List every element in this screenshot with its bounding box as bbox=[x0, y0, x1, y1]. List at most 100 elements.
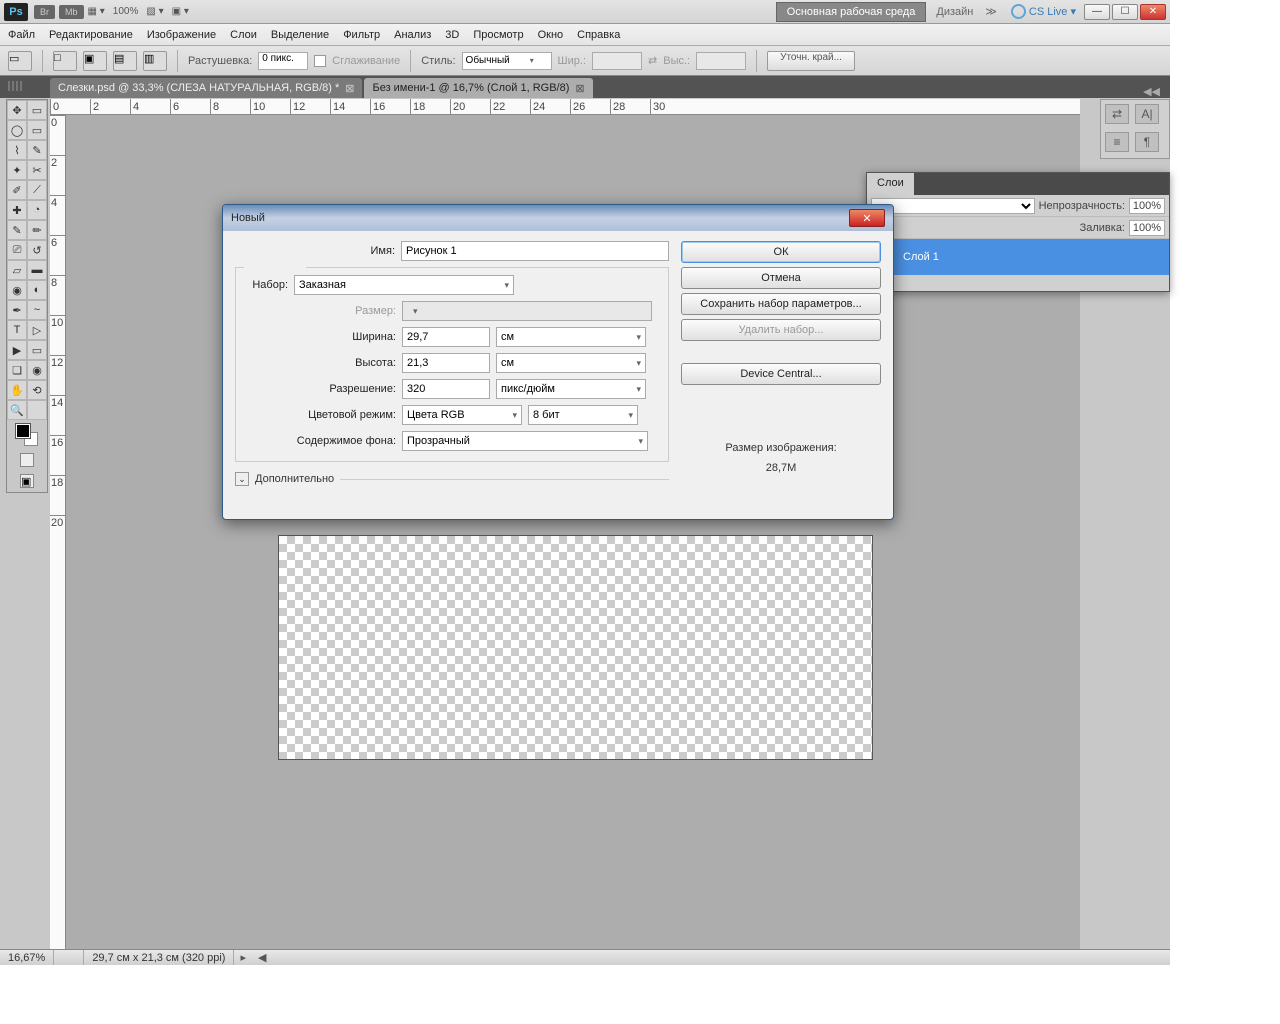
workspace-button[interactable]: Основная рабочая среда bbox=[776, 2, 927, 22]
menu-image[interactable]: Изображение bbox=[147, 29, 216, 41]
eyedrop-tool-icon[interactable]: ✐ bbox=[7, 180, 27, 200]
artboard-tool-icon[interactable]: ▭ bbox=[27, 100, 47, 120]
menu-layer[interactable]: Слои bbox=[230, 29, 257, 41]
zoom-dropdown[interactable]: 100% bbox=[113, 6, 139, 17]
menu-analysis[interactable]: Анализ bbox=[394, 29, 431, 41]
menu-view[interactable]: Просмотр bbox=[473, 29, 523, 41]
menu-filter[interactable]: Фильтр bbox=[343, 29, 380, 41]
close-tab-icon[interactable]: ⊠ bbox=[345, 82, 354, 95]
canvas[interactable] bbox=[278, 535, 873, 760]
marquee-tool-icon[interactable]: ◯ bbox=[7, 120, 27, 140]
path-tool-icon[interactable]: ▷ bbox=[27, 320, 47, 340]
brush-tool-icon[interactable]: ✎ bbox=[7, 220, 27, 240]
eraser-tool-icon[interactable]: ▱ bbox=[7, 260, 27, 280]
color-swatches[interactable]: ▣ bbox=[7, 420, 47, 492]
menu-3d[interactable]: 3D bbox=[445, 29, 459, 41]
panel-collapse-icon[interactable]: ◀◀ bbox=[1133, 85, 1170, 98]
bgcontents-select[interactable]: Прозрачный bbox=[402, 431, 648, 451]
dims-status[interactable]: 29,7 см x 21,3 см (320 ppi) bbox=[84, 950, 234, 965]
width-unit-select[interactable]: см bbox=[496, 327, 646, 347]
width-input[interactable] bbox=[402, 327, 490, 347]
3dcam-tool-icon[interactable]: ◉ bbox=[27, 360, 47, 380]
doctab-1[interactable]: Слезки.psd @ 33,3% (СЛЕЗА НАТУРАЛЬНАЯ, R… bbox=[50, 78, 362, 98]
preset-select[interactable]: Заказная bbox=[294, 275, 514, 295]
bitdepth-select[interactable]: 8 бит bbox=[528, 405, 638, 425]
advanced-toggle[interactable]: ⌄ bbox=[235, 472, 249, 486]
panel-icon[interactable]: ⇄ bbox=[1105, 104, 1129, 124]
height-input[interactable] bbox=[402, 353, 490, 373]
menu-select[interactable]: Выделение bbox=[271, 29, 329, 41]
zoom-tool-icon[interactable]: 🔍 bbox=[7, 400, 27, 420]
cancel-button[interactable]: Отмена bbox=[681, 267, 881, 289]
quickmask-icon[interactable] bbox=[20, 453, 34, 467]
dialog-close-button[interactable]: ✕ bbox=[849, 209, 885, 227]
selmode-intersect-icon[interactable]: ▥ bbox=[143, 51, 167, 71]
direct-tool-icon[interactable]: ▶ bbox=[7, 340, 27, 360]
layers-panel[interactable]: Слои Непрозрачность: 100% Заливка: 100% … bbox=[866, 172, 1170, 292]
style-select[interactable]: Обычный bbox=[462, 52, 552, 70]
menu-file[interactable]: Файл bbox=[8, 29, 35, 41]
fill-input[interactable]: 100% bbox=[1129, 220, 1165, 236]
ruler-tool-icon[interactable]: ⟋ bbox=[27, 180, 47, 200]
history-tool-icon[interactable]: ↺ bbox=[27, 240, 47, 260]
quicksel-tool-icon[interactable]: ✎ bbox=[27, 140, 47, 160]
cslive-button[interactable]: CS Live ▾ bbox=[1011, 4, 1076, 19]
screenmode-dropdown[interactable]: ▣ ▾ bbox=[172, 6, 189, 17]
screenmode2-icon[interactable]: ▣ bbox=[20, 474, 34, 488]
hand-tool-icon[interactable]: ✋ bbox=[7, 380, 27, 400]
feather-input[interactable]: 0 пикс. bbox=[258, 52, 308, 70]
shape-tool-icon[interactable]: ▭ bbox=[27, 340, 47, 360]
patch-tool-icon[interactable]: ◔ bbox=[27, 200, 47, 220]
marquee2-tool-icon[interactable]: ▭ bbox=[27, 120, 47, 140]
layer-name[interactable]: Слой 1 bbox=[903, 251, 939, 263]
stamp-tool-icon[interactable]: ⎚ bbox=[7, 240, 27, 260]
minimize-button[interactable]: — bbox=[1084, 4, 1110, 20]
design-link[interactable]: Дизайн bbox=[936, 6, 973, 18]
close-button[interactable]: ✕ bbox=[1140, 4, 1166, 20]
name-input[interactable] bbox=[401, 241, 669, 261]
move-tool-icon[interactable]: ✥ bbox=[7, 100, 27, 120]
pen-tool-icon[interactable]: ✒ bbox=[7, 300, 27, 320]
doctab-2[interactable]: Без имени-1 @ 16,7% (Слой 1, RGB/8)⊠ bbox=[364, 78, 592, 98]
type-tool-icon[interactable]: T bbox=[7, 320, 27, 340]
minibridge-button[interactable]: Mb bbox=[59, 5, 84, 19]
panel-icon[interactable]: ≡ bbox=[1105, 132, 1129, 152]
layers-tab[interactable]: Слои bbox=[867, 173, 914, 195]
crop-tool-icon[interactable]: ✂ bbox=[27, 160, 47, 180]
height-unit-select[interactable]: см bbox=[496, 353, 646, 373]
menu-window[interactable]: Окно bbox=[538, 29, 564, 41]
lasso-tool-icon[interactable]: ⌇ bbox=[7, 140, 27, 160]
save-preset-button[interactable]: Сохранить набор параметров... bbox=[681, 293, 881, 315]
selmode-add-icon[interactable]: ▣ bbox=[83, 51, 107, 71]
selmode-sub-icon[interactable]: ▤ bbox=[113, 51, 137, 71]
pencil-tool-icon[interactable]: ✏ bbox=[27, 220, 47, 240]
dialog-title-bar[interactable]: Новый ✕ bbox=[223, 205, 893, 231]
resolution-input[interactable] bbox=[402, 379, 490, 399]
blend-mode-select[interactable] bbox=[871, 198, 1035, 214]
extra-tool-icon[interactable] bbox=[27, 400, 47, 420]
scroll-left-icon[interactable]: ◀ bbox=[252, 951, 272, 964]
dodge-tool-icon[interactable]: ◐ bbox=[27, 280, 47, 300]
view-dropdown[interactable]: ▦ ▾ bbox=[88, 6, 105, 17]
close-tab-icon[interactable]: ⊠ bbox=[575, 82, 584, 95]
foreground-color[interactable] bbox=[16, 424, 30, 438]
antialias-checkbox[interactable] bbox=[314, 55, 326, 67]
menu-help[interactable]: Справка bbox=[577, 29, 620, 41]
paragraph-panel-icon[interactable]: ¶ bbox=[1135, 132, 1159, 152]
heal-tool-icon[interactable]: ✚ bbox=[7, 200, 27, 220]
layer-row[interactable]: Слой 1 bbox=[867, 239, 1169, 275]
resolution-unit-select[interactable]: пикс/дюйм bbox=[496, 379, 646, 399]
arrange-dropdown[interactable]: ▧ ▾ bbox=[146, 6, 163, 17]
maximize-button[interactable]: ☐ bbox=[1112, 4, 1138, 20]
bridge-button[interactable]: Br bbox=[34, 5, 55, 19]
opacity-input[interactable]: 100% bbox=[1129, 198, 1165, 214]
blur-tool-icon[interactable]: ◉ bbox=[7, 280, 27, 300]
status-menu-icon[interactable]: ▸ bbox=[234, 951, 252, 964]
refine-edge-button[interactable]: Уточн. край... bbox=[767, 51, 855, 71]
gradient-tool-icon[interactable]: ▬ bbox=[27, 260, 47, 280]
3d-tool-icon[interactable]: ❏ bbox=[7, 360, 27, 380]
menu-edit[interactable]: Редактирование bbox=[49, 29, 133, 41]
collapsed-panels[interactable]: ⇄ A| ≡ ¶ bbox=[1100, 99, 1170, 159]
zoom-status[interactable]: 16,67% bbox=[0, 950, 54, 965]
more-ws-icon[interactable]: ≫ bbox=[985, 5, 997, 18]
